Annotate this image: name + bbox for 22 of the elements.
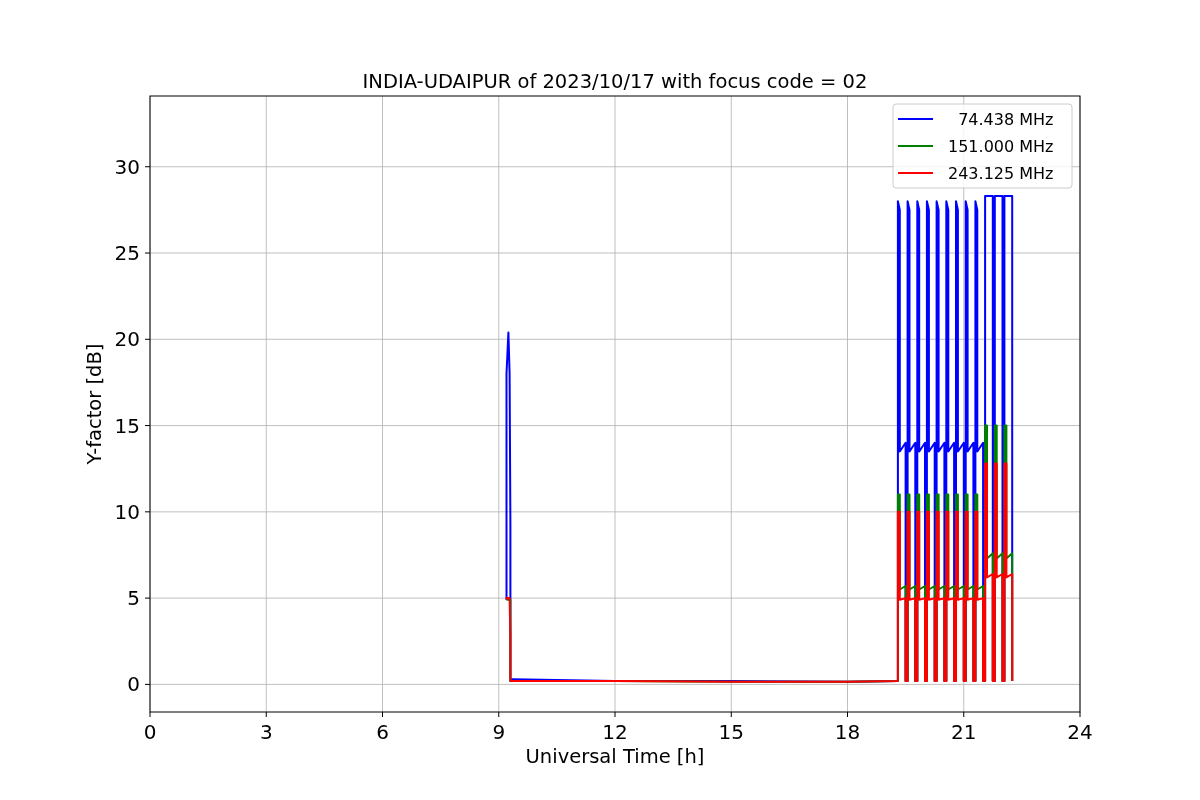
x-tick-label: 15 (718, 720, 744, 744)
y-tick-label: 25 (114, 241, 140, 265)
x-axis-label: Universal Time [h] (525, 745, 705, 768)
legend-label: 151.000 MHz (948, 137, 1054, 156)
x-tick-label: 3 (259, 720, 273, 744)
y-tick-label: 15 (114, 413, 140, 438)
x-tick-label: 6 (376, 720, 389, 744)
y-tick-label: 0 (127, 672, 140, 697)
x-tick-label: 21 (951, 720, 977, 744)
y-tick-label: 5 (127, 586, 140, 611)
y-tick-label: 10 (114, 499, 140, 524)
x-tick-label: 18 (834, 720, 861, 744)
y-tick-label: 30 (114, 154, 140, 179)
chart-title: INDIA-UDAIPUR of 2023/10/17 with focus code = 02 (362, 70, 868, 93)
x-tick-label: 12 (602, 720, 628, 744)
x-tick-label: 9 (492, 720, 506, 744)
y-axis-label: Y-factor [dB] (83, 343, 106, 465)
x-tick-label: 24 (1067, 720, 1093, 744)
legend-label: 74.438 MHz (958, 110, 1054, 129)
x-tick-label: 0 (143, 720, 157, 744)
legend-label: 243.125 MHz (948, 164, 1054, 183)
y-tick-label: 20 (114, 327, 140, 352)
